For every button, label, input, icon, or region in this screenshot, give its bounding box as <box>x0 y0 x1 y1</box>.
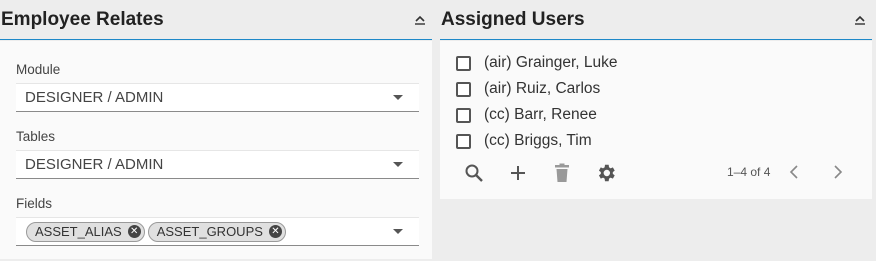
user-list-item[interactable]: (cc) Barr, Renee <box>456 102 597 128</box>
chip-label: ASSET_GROUPS <box>156 224 263 239</box>
add-icon[interactable] <box>506 161 530 185</box>
pagination-range: 1–4 of 4 <box>727 165 771 179</box>
user-name: (air) Ruiz, Carlos <box>484 80 601 97</box>
tables-select[interactable]: DESIGNER / ADMIN <box>16 150 419 179</box>
tables-value: DESIGNER / ADMIN <box>25 156 164 173</box>
user-list-item[interactable]: (air) Grainger, Luke <box>456 50 618 76</box>
panel-title: Assigned Users <box>441 8 585 30</box>
panel-body: Module DESIGNER / ADMIN Tables DESIGNER … <box>0 41 432 259</box>
user-list-item[interactable]: (air) Ruiz, Carlos <box>456 76 600 102</box>
user-checkbox[interactable] <box>456 107 471 123</box>
field-chip: ASSET_ALIAS ✕ <box>26 221 145 242</box>
settings-icon[interactable] <box>594 161 618 185</box>
user-checkbox[interactable] <box>456 55 471 71</box>
panel-title: Employee Relates <box>1 8 164 30</box>
delete-icon[interactable] <box>550 161 574 185</box>
module-select[interactable]: DESIGNER / ADMIN <box>16 83 419 112</box>
remove-chip-icon[interactable]: ✕ <box>127 225 141 238</box>
previous-page-icon[interactable] <box>784 162 804 182</box>
dropdown-arrow-icon <box>393 95 403 100</box>
chevron-up-icon[interactable] <box>852 12 868 28</box>
panel-body: (air) Grainger, Luke (air) Ruiz, Carlos … <box>440 41 872 199</box>
panel-header: Assigned Users <box>440 0 872 40</box>
dropdown-arrow-icon <box>393 229 403 234</box>
next-page-icon[interactable] <box>828 162 848 182</box>
remove-chip-icon[interactable]: ✕ <box>268 225 282 238</box>
module-label: Module <box>16 62 61 77</box>
employee-relates-panel: Employee Relates Module DESIGNER / ADMIN… <box>0 0 432 261</box>
chip-label: ASSET_ALIAS <box>35 224 122 239</box>
chevron-up-icon[interactable] <box>412 12 428 28</box>
search-icon[interactable] <box>462 161 486 185</box>
user-name: (cc) Barr, Renee <box>484 106 597 123</box>
tables-label: Tables <box>16 129 56 144</box>
user-checkbox[interactable] <box>456 133 471 149</box>
fields-label: Fields <box>16 196 53 211</box>
user-name: (air) Grainger, Luke <box>484 54 618 71</box>
fields-chip-list: ASSET_ALIAS ✕ ASSET_GROUPS ✕ <box>16 221 393 242</box>
dropdown-arrow-icon <box>393 162 403 167</box>
panel-header: Employee Relates <box>0 0 432 40</box>
user-checkbox[interactable] <box>456 81 471 97</box>
fields-select[interactable]: ASSET_ALIAS ✕ ASSET_GROUPS ✕ <box>16 217 419 246</box>
user-name: (cc) Briggs, Tim <box>484 132 592 149</box>
assigned-users-panel: Assigned Users (air) Grainger, Luke (air… <box>440 0 872 261</box>
field-chip: ASSET_GROUPS ✕ <box>147 221 286 242</box>
module-value: DESIGNER / ADMIN <box>25 89 164 106</box>
user-list-item[interactable]: (cc) Briggs, Tim <box>456 128 592 154</box>
